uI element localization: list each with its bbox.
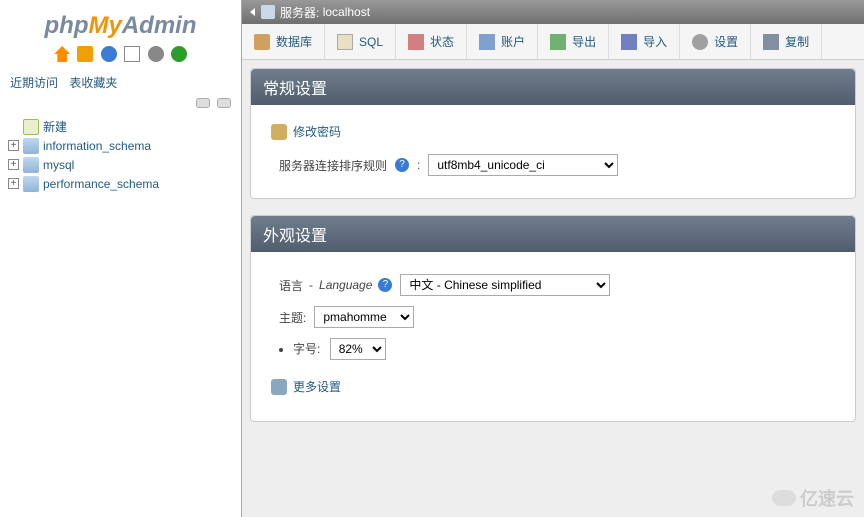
settings-quick-icon[interactable] [148, 46, 164, 62]
tab-accounts-label: 账户 [501, 33, 525, 50]
tree-db-row[interactable]: + mysql [8, 155, 235, 174]
settings-tab-icon [692, 34, 708, 50]
db-name: mysql [43, 158, 74, 172]
export-tab-icon [550, 34, 566, 50]
theme-label: 主题: [279, 309, 306, 326]
sql-tab-icon [337, 34, 353, 50]
tab-import-label: 导入 [643, 33, 667, 50]
tab-sql[interactable]: SQL [325, 24, 396, 59]
change-password-link[interactable]: 修改密码 [271, 123, 835, 140]
home-icon[interactable] [54, 46, 70, 62]
theme-row: 主题: pmahomme [271, 306, 835, 328]
lock-icon [271, 124, 287, 140]
status-tab-icon [408, 34, 424, 50]
tab-accounts[interactable]: 账户 [467, 24, 538, 59]
breadcrumb: 服务器: localhost [242, 0, 864, 24]
link-icon[interactable] [217, 98, 231, 108]
theme-select[interactable]: pmahomme [314, 306, 414, 328]
sidebar: phpMyAdmin 近期访问 表收藏夹 新建 + information_sc… [0, 0, 242, 517]
tab-databases[interactable]: 数据库 [242, 24, 325, 59]
tab-favorites[interactable]: 表收藏夹 [69, 76, 117, 90]
language-label: 语言 [279, 277, 303, 294]
tab-import[interactable]: 导入 [609, 24, 680, 59]
tab-export-label: 导出 [572, 33, 596, 50]
db-tree: 新建 + information_schema + mysql + perfor… [0, 113, 241, 193]
database-tab-icon [254, 34, 270, 50]
collapse-bar [0, 95, 241, 113]
sql-quick-icon[interactable] [77, 46, 93, 62]
tab-sql-label: SQL [359, 35, 383, 49]
panel-appearance: 外观设置 语言 - Language ? 中文 - Chinese simpli… [250, 215, 856, 422]
watermark: 亿速云 [772, 485, 854, 511]
tab-status-label: 状态 [430, 33, 454, 50]
replication-tab-icon [763, 34, 779, 50]
database-icon [23, 176, 39, 192]
logo-my: My [88, 12, 121, 39]
help-icon[interactable] [101, 46, 117, 62]
collation-colon: : [417, 158, 420, 172]
database-icon [23, 138, 39, 154]
help-icon[interactable]: ? [378, 278, 392, 292]
tab-replication[interactable]: 复制 [751, 24, 822, 59]
tab-settings-label: 设置 [714, 33, 738, 50]
cloud-icon [772, 490, 796, 506]
collation-select[interactable]: utf8mb4_unicode_ci [428, 154, 618, 176]
tree-db-row[interactable]: + performance_schema [8, 174, 235, 193]
wrench-icon [271, 379, 287, 395]
language-select[interactable]: 中文 - Chinese simplified [400, 274, 610, 296]
panel-appearance-title: 外观设置 [251, 216, 855, 252]
breadcrumb-arrow-icon[interactable] [250, 8, 255, 16]
db-name: information_schema [43, 139, 151, 153]
new-db-label: 新建 [43, 118, 67, 135]
change-password-label: 修改密码 [293, 123, 341, 140]
logo-php: php [45, 12, 89, 39]
tab-settings[interactable]: 设置 [680, 24, 751, 59]
breadcrumb-server-value: localhost [323, 5, 370, 19]
more-settings-label: 更多设置 [293, 378, 341, 395]
tab-replication-label: 复制 [785, 33, 809, 50]
language-row: 语言 - Language ? 中文 - Chinese simplified [271, 274, 835, 296]
toolbar: 数据库 SQL 状态 账户 导出 导入 设置 复制 [242, 24, 864, 60]
expand-icon[interactable]: + [8, 159, 19, 170]
new-db-icon [23, 119, 39, 135]
fontsize-label: 字号: [293, 342, 320, 356]
reload-icon[interactable] [171, 46, 187, 62]
docs-icon[interactable] [124, 46, 140, 62]
fontsize-row: 字号: 82% [293, 338, 835, 360]
collation-label: 服务器连接排序规则 [279, 157, 387, 174]
nav-tabs: 近期访问 表收藏夹 [0, 70, 241, 95]
database-icon [23, 157, 39, 173]
watermark-text: 亿速云 [800, 485, 854, 511]
panel-general-title: 常规设置 [251, 69, 855, 105]
language-english-label: Language [319, 278, 372, 292]
server-icon [261, 5, 275, 19]
tab-status[interactable]: 状态 [396, 24, 467, 59]
accounts-tab-icon [479, 34, 495, 50]
tab-databases-label: 数据库 [276, 33, 312, 50]
fontsize-select[interactable]: 82% [330, 338, 386, 360]
tree-db-row[interactable]: + information_schema [8, 136, 235, 155]
db-name: performance_schema [43, 177, 159, 191]
collapse-icon[interactable] [196, 98, 210, 108]
import-tab-icon [621, 34, 637, 50]
expand-icon[interactable]: + [8, 178, 19, 189]
logo: phpMyAdmin [0, 12, 241, 40]
help-icon[interactable]: ? [395, 158, 409, 172]
tab-export[interactable]: 导出 [538, 24, 609, 59]
tree-new[interactable]: 新建 [8, 117, 235, 136]
main: 服务器: localhost 数据库 SQL 状态 账户 导出 导入 设置 复制… [242, 0, 864, 517]
more-settings-link[interactable]: 更多设置 [271, 378, 835, 395]
panel-general: 常规设置 修改密码 服务器连接排序规则 ? : utf8mb4_unicode_… [250, 68, 856, 199]
collation-row: 服务器连接排序规则 ? : utf8mb4_unicode_ci [271, 154, 835, 176]
expand-icon[interactable]: + [8, 140, 19, 151]
logo-admin: Admin [122, 12, 197, 39]
tab-recent[interactable]: 近期访问 [10, 76, 58, 90]
content: 常规设置 修改密码 服务器连接排序规则 ? : utf8mb4_unicode_… [242, 60, 864, 517]
quick-icons [0, 46, 241, 62]
breadcrumb-server-label: 服务器: [280, 4, 319, 21]
